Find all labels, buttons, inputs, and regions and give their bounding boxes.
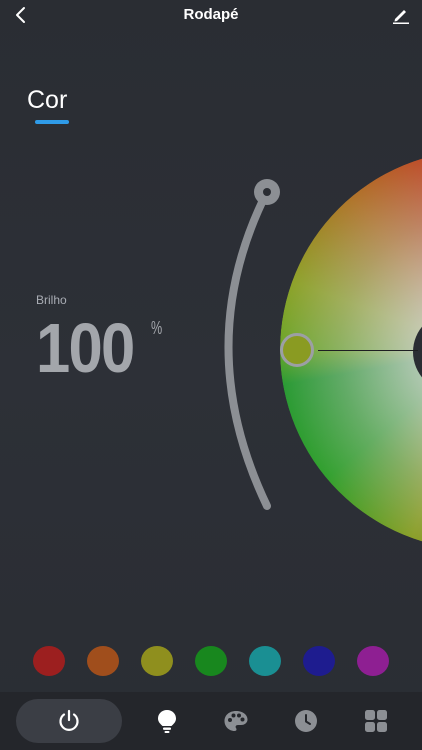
header: Rodapé (0, 0, 422, 30)
page-title: Rodapé (183, 6, 239, 23)
grid-icon (365, 710, 387, 732)
pencil-icon (393, 10, 409, 24)
preset-swatch-orange[interactable] (87, 646, 119, 676)
edit-button[interactable] (388, 2, 414, 28)
palette-icon (224, 711, 248, 731)
power-icon (59, 709, 79, 731)
color-wheel-handle[interactable] (280, 333, 314, 367)
nav-schedule[interactable] (286, 701, 326, 741)
light-control-screen: Rodapé Cor Brilho 100 % (0, 0, 422, 750)
preset-swatch-green[interactable] (195, 646, 227, 676)
brightness-handle-dot (263, 188, 271, 196)
brightness-value: 100 (36, 309, 135, 387)
tab-color[interactable]: Cor (27, 86, 67, 115)
clock-icon (295, 710, 317, 732)
preset-swatch-teal[interactable] (249, 646, 281, 676)
preset-swatch-red[interactable] (33, 646, 65, 676)
power-button[interactable] (16, 699, 122, 743)
nav-bulb[interactable] (147, 701, 187, 741)
nav-palette[interactable] (216, 701, 256, 741)
preset-swatch-blue[interactable] (303, 646, 335, 676)
active-tab-indicator (35, 120, 69, 124)
nav-scenes[interactable] (356, 701, 396, 741)
preset-swatch-olive[interactable] (141, 646, 173, 676)
preset-swatch-purple[interactable] (357, 646, 389, 676)
bottom-nav (0, 692, 422, 750)
brightness-label: Brilho (36, 293, 67, 307)
brightness-slider[interactable] (190, 170, 290, 520)
color-presets (0, 646, 422, 678)
brightness-unit: % (151, 318, 163, 338)
color-wheel-pointer-line (318, 350, 418, 351)
bulb-icon (158, 710, 176, 733)
